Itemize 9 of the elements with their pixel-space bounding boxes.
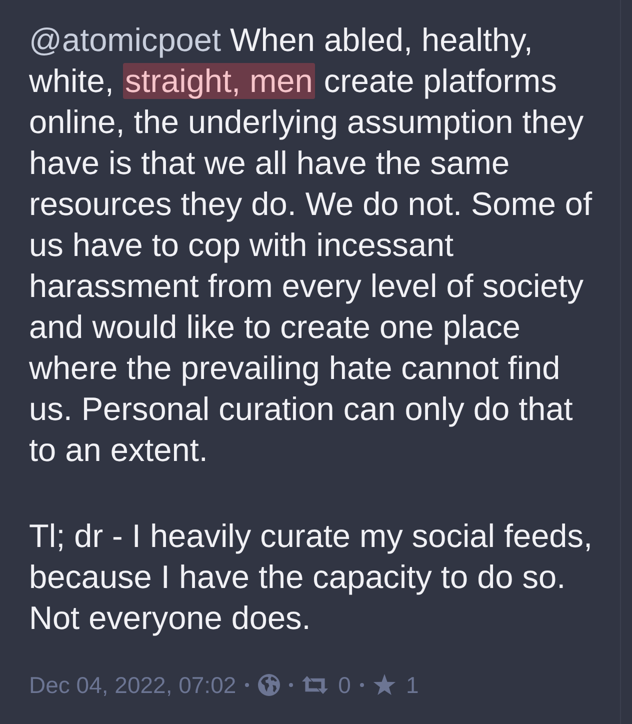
post-text: @atomicpoet When abled, healthy, white, straight, men create platforms online, the underlying assumption they have is that we all have the same resources they do. We do not. Some of us have to cop with incessant harassment from every level of society and would like to create one place where the prevailing hate cannot find us. Personal curation can only do that to an extent. bbox=[29, 21, 594, 470]
repeat-icon[interactable] bbox=[302, 675, 328, 695]
post-text: Tl; dr - I heavily curate my social feeds, because I have the capacity to do so. Not everyone does. bbox=[29, 517, 594, 638]
globe-icon bbox=[258, 674, 280, 696]
favourite-count: 1 bbox=[406, 671, 419, 700]
mention-link[interactable]: @atomicpoet bbox=[29, 22, 221, 58]
highlighted-text: straight, men bbox=[122, 63, 315, 99]
boost-count: 0 bbox=[338, 671, 351, 700]
star-icon[interactable] bbox=[372, 674, 396, 696]
